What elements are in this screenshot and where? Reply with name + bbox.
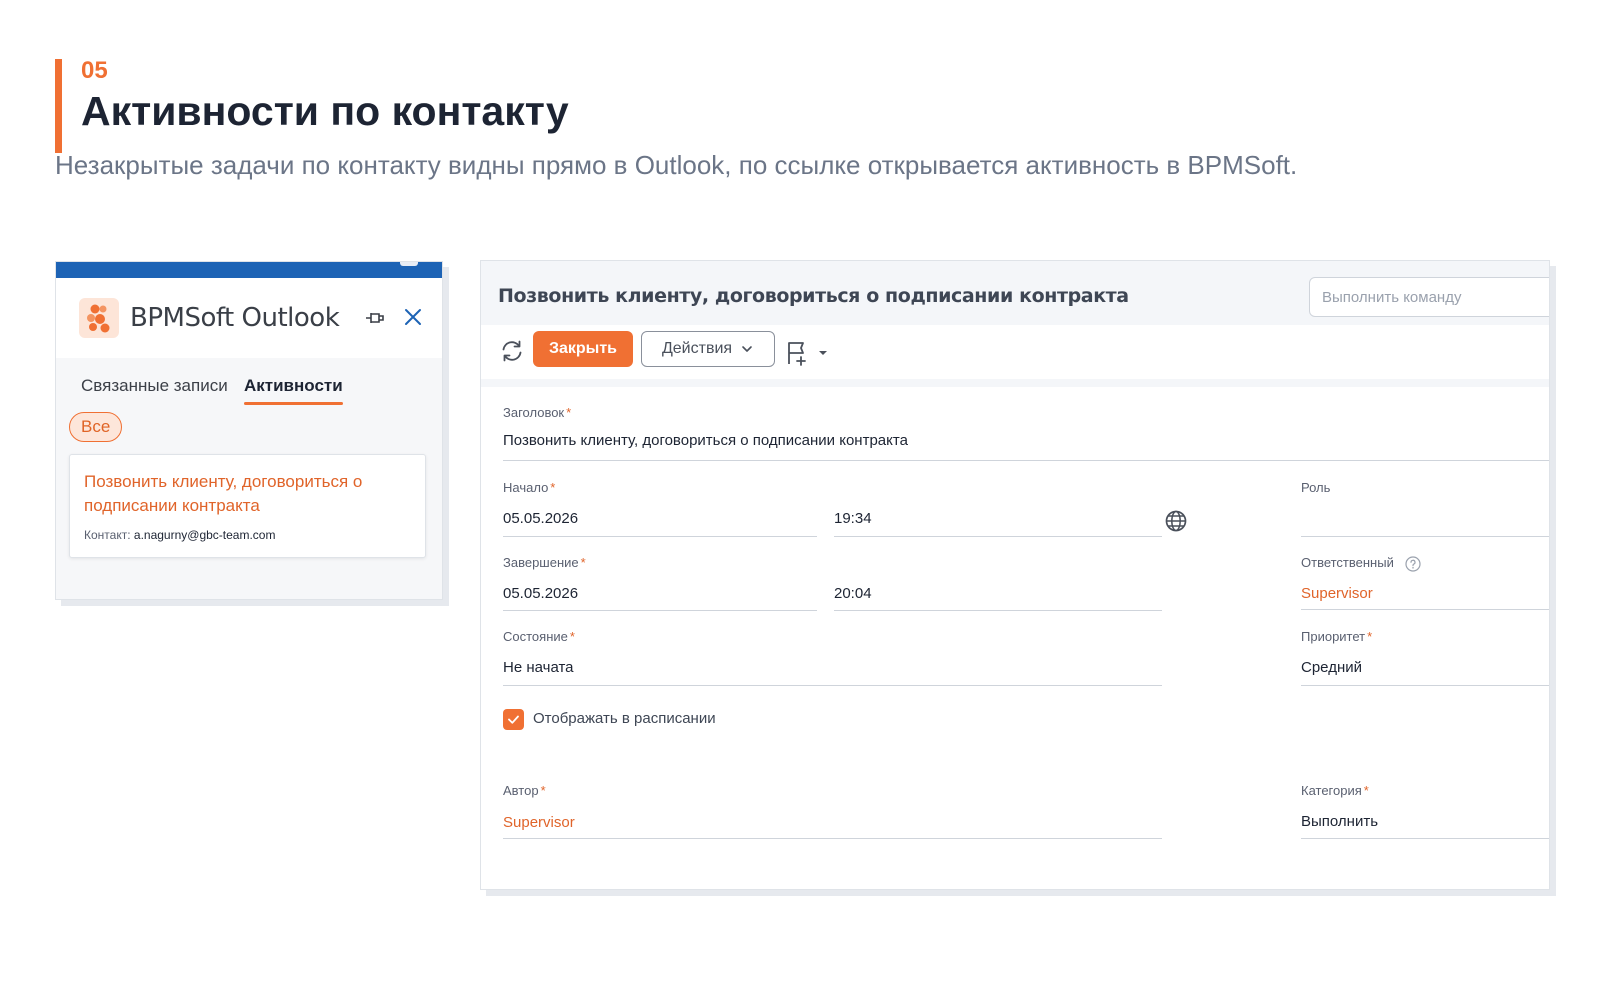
flag-add-icon[interactable] xyxy=(786,339,832,367)
bpmsoft-logo-icon xyxy=(79,298,119,338)
tab-related-records-label: Связанные записи xyxy=(81,376,228,395)
bpmsoft-logo-svg xyxy=(87,304,110,333)
status-label-text: Состояние xyxy=(503,629,568,644)
pin-icon[interactable] xyxy=(362,306,386,330)
start-label-text: Начало xyxy=(503,480,549,495)
activity-title-link[interactable]: Позвонить клиенту, договориться о подпис… xyxy=(84,470,404,518)
command-input[interactable] xyxy=(1309,277,1549,317)
category-field[interactable]: Выполнить xyxy=(1301,812,1378,832)
role-underline xyxy=(1301,536,1549,537)
priority-field[interactable]: Средний xyxy=(1301,658,1362,678)
author-label-text: Автор xyxy=(503,783,539,798)
author-label: Автор * xyxy=(503,783,546,798)
help-icon[interactable] xyxy=(1405,555,1422,572)
author-field[interactable]: Supervisor xyxy=(503,813,575,833)
actions-button-label: Действия xyxy=(661,340,733,357)
activity-contact-label: Контакт: xyxy=(84,528,131,542)
outlook-app-name: BPMSoft Outlook xyxy=(130,303,340,333)
start-time-field[interactable]: 19:34 xyxy=(834,509,872,529)
filter-chip-all[interactable]: Все xyxy=(69,412,123,442)
toolbar-separator xyxy=(481,379,1549,387)
page-title: Позвонить клиенту, договориться о подпис… xyxy=(498,285,1129,307)
refresh-icon[interactable] xyxy=(499,338,525,364)
subject-label: Заголовок * xyxy=(503,405,572,420)
end-label: Завершение * xyxy=(503,555,586,570)
end-date-underline xyxy=(503,610,817,611)
checkmark-icon xyxy=(508,715,519,724)
subject-underline xyxy=(503,460,1549,461)
author-underline xyxy=(503,838,1162,839)
activity-card: Позвонить клиенту, договориться о подпис… xyxy=(69,454,426,558)
show-in-schedule-checkbox[interactable] xyxy=(503,709,524,730)
priority-label: Приоритет * xyxy=(1301,629,1373,644)
owner-label: Ответственный xyxy=(1301,555,1422,572)
bpm-activity-page: Позвонить клиенту, договориться о подпис… xyxy=(480,260,1550,890)
activity-contact: Контакт: a.nagurny@gbc-team.com xyxy=(84,527,275,543)
priority-underline xyxy=(1301,685,1549,686)
end-time-field[interactable]: 20:04 xyxy=(834,584,872,604)
accent-bar xyxy=(55,59,62,153)
end-time-underline xyxy=(834,610,1162,611)
close-icon[interactable] xyxy=(400,304,426,330)
slide-subtitle: Незакрытые задачи по контакту видны прям… xyxy=(55,150,1298,180)
outlook-top-bar xyxy=(56,262,442,278)
start-date-field[interactable]: 05.05.2026 xyxy=(503,509,578,529)
role-label: Роль xyxy=(1301,480,1331,495)
owner-underline xyxy=(1301,609,1549,610)
tab-activities[interactable]: Активности xyxy=(244,374,343,405)
owner-label-text: Ответственный xyxy=(1301,555,1394,570)
outlook-panel-header: BPMSoft Outlook xyxy=(56,278,442,358)
status-label: Состояние * xyxy=(503,629,575,644)
globe-icon[interactable] xyxy=(1164,509,1188,533)
priority-label-text: Приоритет xyxy=(1301,629,1366,644)
bpm-toolbar: Закрыть Действия xyxy=(481,325,1549,379)
start-label: Начало * xyxy=(503,480,556,495)
category-label-text: Категория xyxy=(1301,783,1362,798)
slide-title: Активности по контакту xyxy=(81,88,569,134)
start-date-underline xyxy=(503,536,817,537)
bpm-title-bar: Позвонить клиенту, договориться о подпис… xyxy=(481,261,1549,325)
start-time-underline xyxy=(834,536,1162,537)
slide-number: 05 xyxy=(81,57,108,84)
outlook-top-bar-tab xyxy=(400,262,418,266)
owner-field[interactable]: Supervisor xyxy=(1301,584,1373,604)
category-label: Категория * xyxy=(1301,783,1369,798)
category-underline xyxy=(1301,838,1549,839)
end-date-field[interactable]: 05.05.2026 xyxy=(503,584,578,604)
tab-activities-label: Активности xyxy=(244,376,343,395)
subject-label-text: Заголовок xyxy=(503,405,565,420)
close-activity-button[interactable]: Закрыть xyxy=(533,331,633,367)
activity-contact-value: a.nagurny@gbc-team.com xyxy=(133,528,276,542)
status-underline xyxy=(503,685,1162,686)
status-field[interactable]: Не начата xyxy=(503,658,574,678)
tab-active-underline xyxy=(244,402,343,405)
chevron-down-icon xyxy=(742,346,752,352)
outlook-addin-panel: BPMSoft Outlook Связанные записи Активно… xyxy=(55,261,443,600)
tab-related-records[interactable]: Связанные записи xyxy=(81,374,228,398)
actions-dropdown-button[interactable]: Действия xyxy=(641,331,775,367)
subject-field[interactable]: Позвонить клиенту, договориться о подпис… xyxy=(503,431,908,451)
end-label-text: Завершение xyxy=(503,555,579,570)
show-in-schedule-label: Отображать в расписании xyxy=(533,710,716,727)
